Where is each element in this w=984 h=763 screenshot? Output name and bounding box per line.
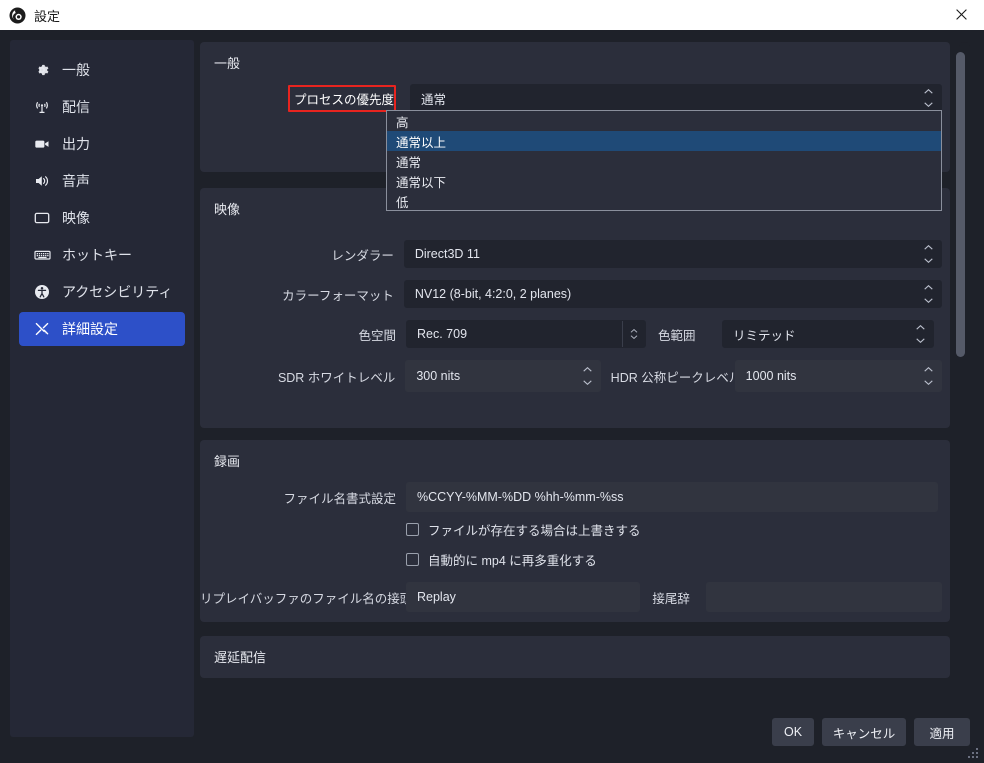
settings-sidebar: 一般 配信 出力 音声 映像 ホットキー アクセシビリティ 詳細設定 <box>10 40 194 737</box>
renderer-label: レンダラー <box>331 248 394 263</box>
gear-icon <box>31 61 53 79</box>
remux-checkbox-label: 自動的に mp4 に再多重化する <box>428 554 597 568</box>
monitor-icon <box>31 209 53 227</box>
sidebar-item-accessibility[interactable]: アクセシビリティ <box>19 275 185 309</box>
recording-settings-group: 録画 ファイル名書式設定 %CCYY-%MM-%DD %hh-%mm-%ss フ… <box>200 440 950 622</box>
renderer-combobox[interactable]: Direct3D 11 <box>403 240 942 268</box>
process-priority-label: プロセスの優先度 <box>288 84 396 112</box>
checkbox-box[interactable] <box>406 523 419 536</box>
obs-logo-icon <box>9 7 26 24</box>
color-space-combobox[interactable]: Rec. 709 <box>406 320 646 348</box>
process-priority-value: 通常 <box>421 92 447 107</box>
recording-group-title: 録画 <box>214 454 241 469</box>
resize-grip-icon[interactable] <box>968 748 979 759</box>
replay-suffix-input[interactable] <box>705 582 942 612</box>
sidebar-item-general[interactable]: 一般 <box>19 53 185 87</box>
hdr-peak-level-spinbox[interactable]: 1000 nits <box>734 360 942 392</box>
dropdown-option-high[interactable]: 高 <box>387 111 941 131</box>
speaker-icon <box>31 172 53 190</box>
sidebar-item-output[interactable]: 出力 <box>19 127 185 161</box>
overwrite-checkbox-label: ファイルが存在する場合は上書きする <box>428 524 641 538</box>
chevron-updown-icon[interactable] <box>923 245 934 263</box>
color-format-combobox[interactable]: NV12 (8-bit, 4:2:0, 2 planes) <box>403 280 942 308</box>
close-icon[interactable] <box>938 0 984 29</box>
dropdown-option-normal[interactable]: 通常 <box>387 151 941 171</box>
sidebar-item-label: ホットキー <box>62 247 132 263</box>
color-range-value: リミテッド <box>733 328 796 343</box>
color-space-label: 色空間 <box>358 328 396 343</box>
color-range-combobox[interactable]: リミテッド <box>722 320 934 348</box>
tools-icon <box>31 320 53 338</box>
hdr-peak-level-label: HDR 公称ピークレベル <box>610 370 742 385</box>
sidebar-item-label: 映像 <box>62 210 90 226</box>
dropdown-option-above-normal[interactable]: 通常以上 <box>387 131 941 151</box>
overwrite-checkbox[interactable]: ファイルが存在する場合は上書きする <box>406 520 641 539</box>
sidebar-item-advanced[interactable]: 詳細設定 <box>19 312 185 346</box>
accessibility-icon <box>31 283 53 301</box>
process-priority-combobox[interactable]: 通常 <box>410 84 942 112</box>
general-group-title: 一般 <box>214 56 241 71</box>
chevron-updown-icon[interactable] <box>923 285 934 303</box>
sidebar-item-video[interactable]: 映像 <box>19 201 185 235</box>
chevron-updown-icon[interactable] <box>582 367 593 385</box>
chevron-updown-icon[interactable] <box>923 367 934 385</box>
sidebar-item-label: アクセシビリティ <box>62 284 173 300</box>
chevron-updown-icon[interactable] <box>915 325 926 343</box>
sidebar-item-audio[interactable]: 音声 <box>19 164 185 198</box>
keyboard-icon <box>31 246 53 264</box>
replay-suffix-label: 接尾辞 <box>652 591 690 606</box>
filename-format-value: %CCYY-%MM-%DD %hh-%mm-%ss <box>417 490 624 504</box>
renderer-value: Direct3D 11 <box>414 247 480 261</box>
replay-prefix-label: リプレイバッファのファイル名の接頭辞 <box>200 591 425 606</box>
hdr-peak-level-value: 1000 nits <box>745 369 797 383</box>
sidebar-item-label: 一般 <box>62 62 90 78</box>
delay-settings-group: 遅延配信 <box>200 636 950 678</box>
checkbox-box[interactable] <box>406 553 419 566</box>
window-title: 設定 <box>34 8 61 24</box>
process-priority-dropdown-list[interactable]: 高 通常以上 通常 通常以下 低 <box>386 110 942 211</box>
video-group-title: 映像 <box>214 202 241 217</box>
sdr-white-level-spinbox[interactable]: 300 nits <box>405 360 601 392</box>
replay-prefix-input[interactable]: Replay <box>406 582 641 612</box>
settings-content: 一般 プロセスの優先度 通常 映像 レンダラー Direct3D 11 カラーフ… <box>196 40 974 737</box>
chevron-updown-icon[interactable] <box>622 321 645 347</box>
sidebar-item-label: 配信 <box>62 99 90 115</box>
dropdown-option-below-normal[interactable]: 通常以下 <box>387 171 941 191</box>
remux-checkbox[interactable]: 自動的に mp4 に再多重化する <box>406 550 597 569</box>
sidebar-item-hotkeys[interactable]: ホットキー <box>19 238 185 272</box>
filename-format-input[interactable]: %CCYY-%MM-%DD %hh-%mm-%ss <box>406 482 938 512</box>
chevron-updown-icon[interactable] <box>923 89 934 107</box>
broadcast-icon <box>31 98 53 116</box>
sidebar-item-stream[interactable]: 配信 <box>19 90 185 124</box>
color-space-value: Rec. 709 <box>417 327 468 341</box>
title-bar: 設定 <box>0 0 984 31</box>
video-settings-group: 映像 レンダラー Direct3D 11 カラーフォーマット NV12 (8-b… <box>200 188 950 428</box>
sidebar-item-label: 音声 <box>62 173 90 189</box>
dropdown-option-low[interactable]: 低 <box>387 191 941 211</box>
color-format-label: カラーフォーマット <box>282 288 394 303</box>
sdr-white-level-value: 300 nits <box>416 369 461 383</box>
color-range-label: 色範囲 <box>658 328 696 343</box>
sdr-white-level-label: SDR ホワイトレベル <box>277 370 396 385</box>
sidebar-item-label: 出力 <box>62 136 90 152</box>
content-scrollbar-track[interactable] <box>956 42 970 732</box>
apply-button[interactable]: 適用 <box>914 718 970 746</box>
replay-prefix-value: Replay <box>417 590 456 604</box>
sidebar-item-label: 詳細設定 <box>62 321 118 337</box>
delay-group-title: 遅延配信 <box>214 650 267 665</box>
ok-button[interactable]: OK <box>772 718 814 746</box>
filename-format-label: ファイル名書式設定 <box>283 491 396 506</box>
window-body: 一般 配信 出力 音声 映像 ホットキー アクセシビリティ 詳細設定 一般 プロ… <box>0 30 984 763</box>
color-format-value: NV12 (8-bit, 4:2:0, 2 planes) <box>414 287 572 301</box>
content-scrollbar-thumb[interactable] <box>956 52 965 357</box>
cancel-button[interactable]: キャンセル <box>822 718 906 746</box>
camera-icon <box>31 135 53 153</box>
